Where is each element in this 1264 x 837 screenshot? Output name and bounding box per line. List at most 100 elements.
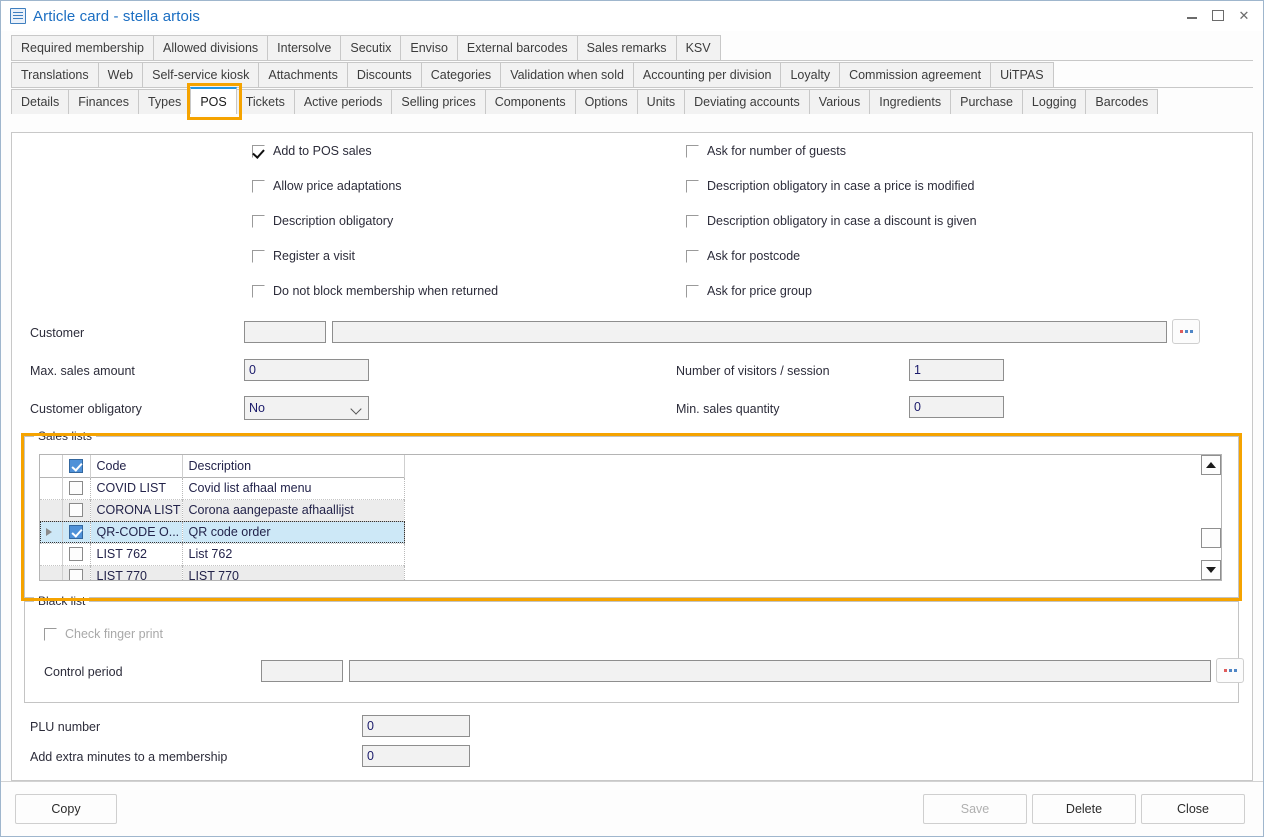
tab-attachments[interactable]: Attachments xyxy=(258,62,347,87)
table-row[interactable]: LIST 770LIST 770 xyxy=(40,565,405,581)
control-period-browse-button[interactable] xyxy=(1216,658,1244,683)
tab-purchase[interactable]: Purchase xyxy=(950,89,1023,114)
checkbox-row[interactable]: Ask for postcode xyxy=(686,249,800,263)
delete-button[interactable]: Delete xyxy=(1032,794,1136,824)
tab-discounts[interactable]: Discounts xyxy=(347,62,422,87)
header-description[interactable]: Description xyxy=(182,455,405,477)
tab-intersolve[interactable]: Intersolve xyxy=(267,35,341,60)
check-finger-print-checkbox[interactable] xyxy=(44,628,57,641)
tab-finances[interactable]: Finances xyxy=(68,89,139,114)
close-icon[interactable]: ✕ xyxy=(1231,5,1257,25)
tab-enviso[interactable]: Enviso xyxy=(400,35,458,60)
checkbox-row[interactable]: Ask for price group xyxy=(686,284,812,298)
tab-validation-when-sold[interactable]: Validation when sold xyxy=(500,62,634,87)
minimize-icon[interactable] xyxy=(1179,5,1205,25)
row-checkbox-cell[interactable] xyxy=(62,543,90,565)
tab-options[interactable]: Options xyxy=(575,89,638,114)
extra-minutes-input[interactable]: 0 xyxy=(362,745,470,767)
scrollbar-thumb[interactable] xyxy=(1201,528,1221,548)
tab-required-membership[interactable]: Required membership xyxy=(11,35,154,60)
sales-lists-grid[interactable]: Code Description COVID LISTCovid list af… xyxy=(39,454,1222,581)
checkbox-row[interactable]: Add to POS sales xyxy=(252,144,372,158)
plu-number-input[interactable]: 0 xyxy=(362,715,470,737)
tab-details[interactable]: Details xyxy=(11,89,69,114)
checkbox-row[interactable]: Ask for number of guests xyxy=(686,144,846,158)
tab-commission-agreement[interactable]: Commission agreement xyxy=(839,62,991,87)
row-checkbox[interactable] xyxy=(69,525,83,539)
checkbox-row[interactable]: Allow price adaptations xyxy=(252,179,402,193)
checkbox-do-not-block-membership-when-returned[interactable] xyxy=(252,285,265,298)
table-row[interactable]: QR-CODE O...QR code order xyxy=(40,521,405,543)
maximize-icon[interactable] xyxy=(1205,5,1231,25)
checkbox-row[interactable]: Register a visit xyxy=(252,249,355,263)
tab-ingredients[interactable]: Ingredients xyxy=(869,89,951,114)
tab-units[interactable]: Units xyxy=(637,89,685,114)
tab-self-service-kiosk[interactable]: Self-service kiosk xyxy=(142,62,259,87)
checkbox-description-obligatory[interactable] xyxy=(252,215,265,228)
row-checkbox[interactable] xyxy=(69,503,83,517)
tab-selling-prices[interactable]: Selling prices xyxy=(391,89,485,114)
tab-tickets[interactable]: Tickets xyxy=(236,89,295,114)
row-checkbox-cell[interactable] xyxy=(62,477,90,499)
row-checkbox[interactable] xyxy=(69,481,83,495)
checkbox-row[interactable]: Description obligatory in case a discoun… xyxy=(686,214,977,228)
checkbox-allow-price-adaptations[interactable] xyxy=(252,180,265,193)
customer-browse-button[interactable] xyxy=(1172,319,1200,344)
select-all-checkbox[interactable] xyxy=(69,459,83,473)
tab-sales-remarks[interactable]: Sales remarks xyxy=(577,35,677,60)
tab-pos[interactable]: POS xyxy=(190,87,236,114)
check-finger-print-row[interactable]: Check finger print xyxy=(44,627,163,641)
checkbox-register-a-visit[interactable] xyxy=(252,250,265,263)
tab-translations[interactable]: Translations xyxy=(11,62,99,87)
tab-web[interactable]: Web xyxy=(98,62,143,87)
control-period-code-input[interactable] xyxy=(261,660,343,682)
tab-logging[interactable]: Logging xyxy=(1022,89,1087,114)
control-period-name-input[interactable] xyxy=(349,660,1211,682)
scroll-down-icon[interactable] xyxy=(1201,560,1221,580)
customer-name-input[interactable] xyxy=(332,321,1167,343)
tab-various[interactable]: Various xyxy=(809,89,870,114)
table-row[interactable]: CORONA LISTCorona aangepaste afhaallijst xyxy=(40,499,405,521)
scroll-up-icon[interactable] xyxy=(1201,455,1221,475)
table-row[interactable]: LIST 762List 762 xyxy=(40,543,405,565)
tab-allowed-divisions[interactable]: Allowed divisions xyxy=(153,35,268,60)
min-sales-quantity-input[interactable]: 0 xyxy=(909,396,1004,418)
checkbox-ask-for-price-group[interactable] xyxy=(686,285,699,298)
checkbox-ask-for-postcode[interactable] xyxy=(686,250,699,263)
row-checkbox[interactable] xyxy=(69,569,83,581)
tab-accounting-per-division[interactable]: Accounting per division xyxy=(633,62,782,87)
tab-deviating-accounts[interactable]: Deviating accounts xyxy=(684,89,810,114)
tab-loyalty[interactable]: Loyalty xyxy=(780,62,840,87)
sales-lists-scrollbar[interactable] xyxy=(1201,455,1221,580)
header-select-all[interactable] xyxy=(62,455,90,477)
tab-categories[interactable]: Categories xyxy=(421,62,501,87)
customer-obligatory-select[interactable]: No xyxy=(244,396,369,420)
row-checkbox[interactable] xyxy=(69,547,83,561)
checkbox-description-obligatory-in-case-a-price-is-modified[interactable] xyxy=(686,180,699,193)
tab-barcodes[interactable]: Barcodes xyxy=(1085,89,1158,114)
tab-uitpas[interactable]: UiTPAS xyxy=(990,62,1054,87)
visitors-per-session-input[interactable]: 1 xyxy=(909,359,1004,381)
tab-external-barcodes[interactable]: External barcodes xyxy=(457,35,578,60)
checkbox-row[interactable]: Description obligatory in case a price i… xyxy=(686,179,975,193)
checkbox-add-to-pos-sales[interactable] xyxy=(252,145,265,158)
checkbox-row[interactable]: Description obligatory xyxy=(252,214,393,228)
tab-ksv[interactable]: KSV xyxy=(676,35,721,60)
tab-secutix[interactable]: Secutix xyxy=(340,35,401,60)
max-sales-amount-input[interactable]: 0 xyxy=(244,359,369,381)
table-row[interactable]: COVID LISTCovid list afhaal menu xyxy=(40,477,405,499)
copy-button[interactable]: Copy xyxy=(15,794,117,824)
checkbox-description-obligatory-in-case-a-discount-is-given[interactable] xyxy=(686,215,699,228)
checkbox-ask-for-number-of-guests[interactable] xyxy=(686,145,699,158)
row-indicator xyxy=(40,565,62,581)
row-checkbox-cell[interactable] xyxy=(62,565,90,581)
checkbox-row[interactable]: Do not block membership when returned xyxy=(252,284,498,298)
tab-active-periods[interactable]: Active periods xyxy=(294,89,393,114)
tab-types[interactable]: Types xyxy=(138,89,191,114)
row-checkbox-cell[interactable] xyxy=(62,521,90,543)
row-checkbox-cell[interactable] xyxy=(62,499,90,521)
customer-code-input[interactable] xyxy=(244,321,326,343)
close-button[interactable]: Close xyxy=(1141,794,1245,824)
header-code[interactable]: Code xyxy=(90,455,182,477)
tab-components[interactable]: Components xyxy=(485,89,576,114)
